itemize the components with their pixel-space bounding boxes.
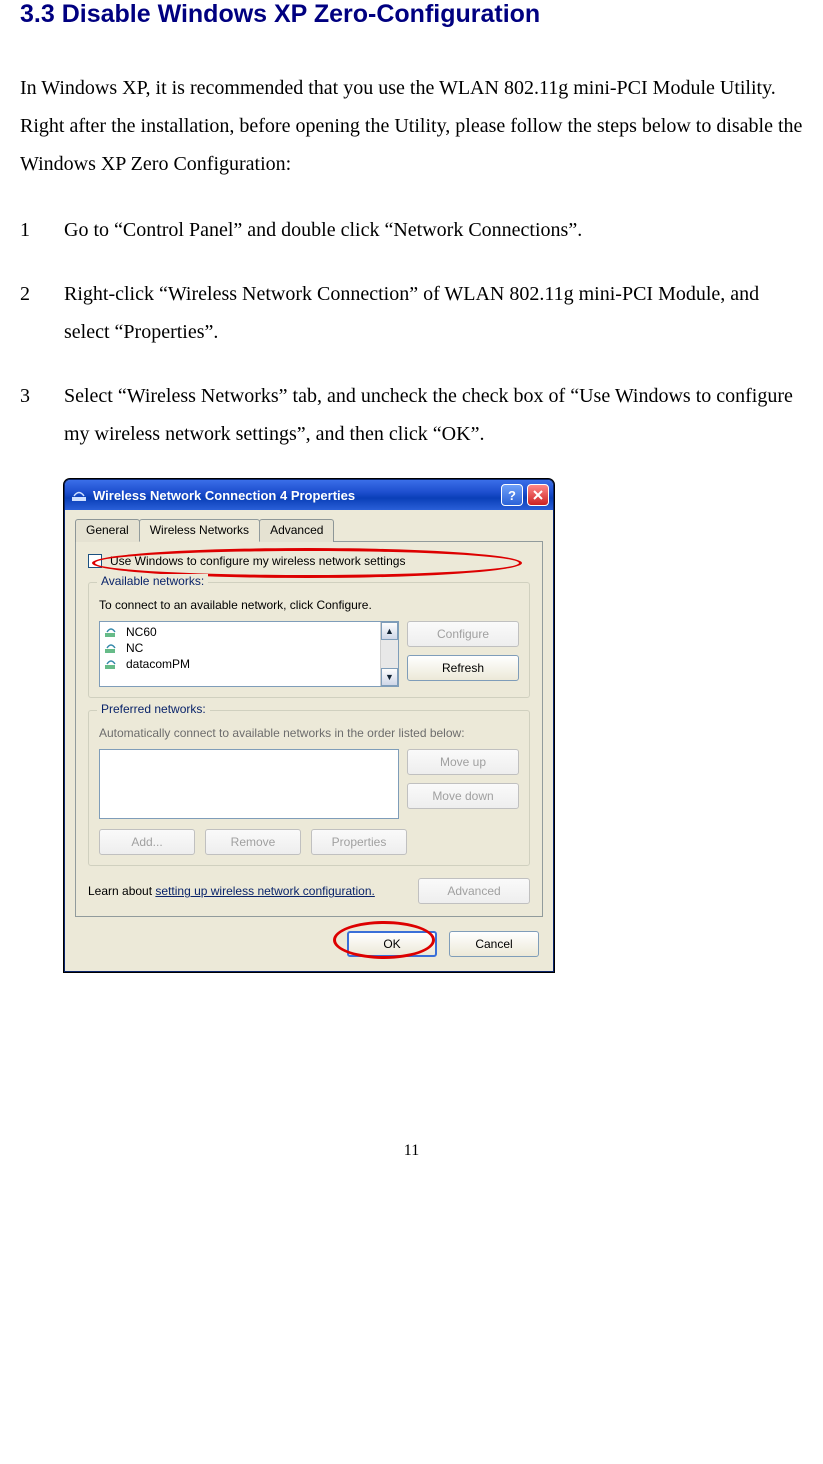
network-name: datacomPM — [126, 657, 190, 671]
step-text: Right-click “Wireless Network Connection… — [64, 275, 803, 351]
learn-about-text: Learn about setting up wireless network … — [88, 884, 375, 898]
tab-general[interactable]: General — [75, 519, 140, 542]
cancel-button[interactable]: Cancel — [449, 931, 539, 957]
network-item[interactable]: NC60 — [100, 624, 398, 640]
available-desc: To connect to an available network, clic… — [99, 597, 519, 613]
dialog-title: Wireless Network Connection 4 Properties — [71, 487, 497, 503]
section-heading: 3.3 Disable Windows XP Zero-Configuratio… — [20, 0, 803, 29]
tab-wireless-networks[interactable]: Wireless Networks — [139, 519, 260, 542]
help-button[interactable]: ? — [501, 484, 523, 506]
add-button[interactable]: Add... — [99, 829, 195, 855]
network-item[interactable]: datacomPM — [100, 656, 398, 672]
scroll-down-button[interactable]: ▼ — [381, 668, 398, 686]
step-item: 3 Select “Wireless Networks” tab, and un… — [20, 377, 803, 453]
step-text: Select “Wireless Networks” tab, and unch… — [64, 377, 803, 453]
available-networks-list[interactable]: NC60 NC datacomPM ▲ — [99, 621, 399, 687]
preferred-desc: Automatically connect to available netwo… — [99, 725, 519, 741]
move-down-button[interactable]: Move down — [407, 783, 519, 809]
step-text: Go to “Control Panel” and double click “… — [64, 211, 803, 249]
step-number: 1 — [20, 211, 64, 249]
network-name: NC60 — [126, 625, 157, 639]
use-windows-label: Use Windows to configure my wireless net… — [110, 554, 405, 568]
use-windows-row: Use Windows to configure my wireless net… — [88, 554, 530, 568]
properties-dialog: Wireless Network Connection 4 Properties… — [64, 479, 554, 972]
preferred-networks-group: Preferred networks: Automatically connec… — [88, 710, 530, 866]
step-item: 1 Go to “Control Panel” and double click… — [20, 211, 803, 249]
step-item: 2 Right-click “Wireless Network Connecti… — [20, 275, 803, 351]
tab-panel-wireless: Use Windows to configure my wireless net… — [75, 541, 543, 917]
list-scrollbar[interactable]: ▲ ▼ — [380, 622, 398, 686]
close-button[interactable] — [527, 484, 549, 506]
use-windows-checkbox[interactable] — [88, 554, 102, 568]
learn-pre: Learn about — [88, 884, 155, 898]
step-number: 3 — [20, 377, 64, 453]
learn-about-row: Learn about setting up wireless network … — [88, 878, 530, 904]
available-legend: Available networks: — [97, 574, 208, 588]
wifi-icon — [104, 626, 120, 638]
network-item[interactable]: NC — [100, 640, 398, 656]
advanced-button[interactable]: Advanced — [418, 878, 530, 904]
tabs-row: General Wireless Networks Advanced — [65, 510, 553, 541]
properties-button[interactable]: Properties — [311, 829, 407, 855]
wifi-icon — [104, 642, 120, 654]
dialog-title-text: Wireless Network Connection 4 Properties — [93, 488, 355, 503]
learn-link[interactable]: setting up wireless network configuratio… — [155, 884, 374, 898]
wifi-icon — [104, 658, 120, 670]
configure-button[interactable]: Configure — [407, 621, 519, 647]
step-number: 2 — [20, 275, 64, 351]
dialog-action-row: OK Cancel — [65, 917, 553, 971]
page-number: 11 — [20, 1142, 803, 1160]
intro-paragraph: In Windows XP, it is recommended that yo… — [20, 69, 803, 183]
available-networks-group: Available networks: To connect to an ava… — [88, 582, 530, 698]
remove-button[interactable]: Remove — [205, 829, 301, 855]
dialog-titlebar: Wireless Network Connection 4 Properties… — [65, 480, 553, 510]
wireless-app-icon — [71, 487, 87, 503]
preferred-networks-list[interactable] — [99, 749, 399, 819]
preferred-legend: Preferred networks: — [97, 702, 210, 716]
refresh-button[interactable]: Refresh — [407, 655, 519, 681]
move-up-button[interactable]: Move up — [407, 749, 519, 775]
tab-advanced[interactable]: Advanced — [259, 519, 334, 542]
ok-button[interactable]: OK — [347, 931, 437, 957]
network-name: NC — [126, 641, 143, 655]
dialog-figure: Wireless Network Connection 4 Properties… — [64, 479, 803, 972]
scroll-up-button[interactable]: ▲ — [381, 622, 398, 640]
